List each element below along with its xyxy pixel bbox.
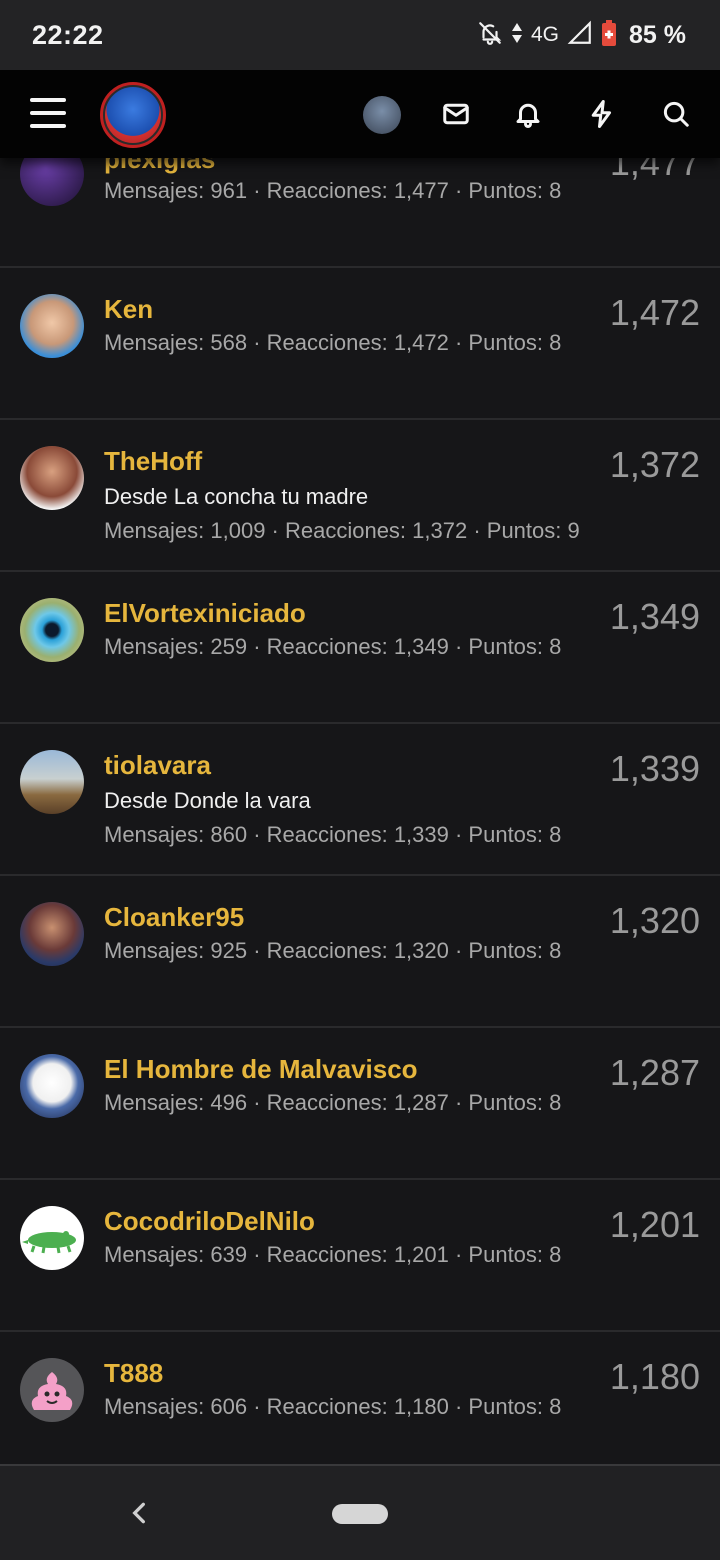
mail-icon[interactable] [440, 98, 472, 130]
list-item[interactable]: T888 Mensajes: 606 · Reacciones: 1,180 ·… [0, 1332, 720, 1484]
bell-icon[interactable] [512, 98, 544, 130]
reaction-score: 1,201 [609, 1204, 700, 1245]
member-stats: Mensajes: 496 · Reacciones: 1,287 · Punt… [104, 1090, 562, 1115]
home-pill[interactable] [332, 1504, 388, 1524]
list-item[interactable]: Cloanker95 Mensajes: 925 · Reacciones: 1… [0, 876, 720, 1028]
member-stats: Mensajes: 639 · Reacciones: 1,201 · Punt… [104, 1242, 562, 1267]
search-icon[interactable] [660, 98, 692, 130]
reaction-score: 1,339 [609, 748, 700, 789]
member-stats: Mensajes: 568 · Reacciones: 1,472 · Punt… [104, 330, 562, 355]
data-arrows-icon [511, 21, 523, 50]
username[interactable]: El Hombre de Malvavisco [104, 1054, 418, 1085]
list-item[interactable]: tiolavara Desde Donde la vara Mensajes: … [0, 724, 720, 876]
avatar[interactable] [20, 750, 84, 814]
status-bar: 22:22 4G 85 % [0, 0, 720, 70]
network-type: 4G [531, 23, 560, 46]
bolt-icon[interactable] [586, 98, 618, 130]
reaction-score: 1,180 [609, 1356, 700, 1397]
signal-icon [567, 20, 593, 51]
reaction-score: 1,349 [609, 596, 700, 637]
username[interactable]: CocodriloDelNilo [104, 1206, 315, 1237]
list-item[interactable]: El Hombre de Malvavisco Mensajes: 496 · … [0, 1028, 720, 1180]
avatar[interactable] [20, 1054, 84, 1118]
avatar[interactable] [20, 598, 84, 662]
username[interactable]: ElVortexiniciado [104, 598, 306, 629]
member-stats: Mensajes: 259 · Reacciones: 1,349 · Punt… [104, 634, 562, 659]
system-nav-bar [0, 1464, 720, 1560]
back-icon[interactable] [126, 1500, 152, 1526]
user-avatar[interactable] [363, 96, 401, 134]
menu-icon[interactable] [30, 98, 66, 128]
avatar[interactable] [20, 902, 84, 966]
list-item[interactable]: TheHoff Desde La concha tu madre Mensaje… [0, 420, 720, 572]
list-item[interactable]: ElVortexiniciado Mensajes: 259 · Reaccio… [0, 572, 720, 724]
forum-logo[interactable] [100, 82, 166, 148]
avatar[interactable] [20, 446, 84, 510]
status-icons: 4G 85 % [477, 19, 686, 52]
status-time: 22:22 [32, 19, 104, 50]
reaction-score: 1,320 [609, 900, 700, 941]
list-item[interactable]: Ken Mensajes: 568 · Reacciones: 1,472 · … [0, 268, 720, 420]
username[interactable]: TheHoff [104, 446, 202, 477]
reaction-score: 1,472 [609, 292, 700, 333]
battery-percent: 85 % [629, 20, 686, 49]
member-stats: Mensajes: 925 · Reacciones: 1,320 · Punt… [104, 938, 562, 963]
username[interactable]: Cloanker95 [104, 902, 244, 933]
bell-off-icon [477, 20, 503, 51]
reaction-score: 1,287 [609, 1052, 700, 1093]
battery-icon [601, 19, 617, 52]
username[interactable]: tiolavara [104, 750, 211, 781]
member-stats: Mensajes: 1,009 · Reacciones: 1,372 · Pu… [104, 518, 580, 543]
member-stats: Mensajes: 961 · Reacciones: 1,477 · Punt… [104, 178, 562, 203]
username[interactable]: Ken [104, 294, 153, 325]
avatar[interactable] [20, 1206, 84, 1270]
member-location: Desde Donde la vara [104, 788, 311, 813]
member-stats: Mensajes: 606 · Reacciones: 1,180 · Punt… [104, 1394, 562, 1419]
reaction-score: 1,372 [609, 444, 700, 485]
list-item[interactable]: CocodriloDelNilo Mensajes: 639 · Reaccio… [0, 1180, 720, 1332]
app-header [0, 70, 720, 158]
avatar[interactable] [20, 294, 84, 358]
avatar[interactable] [20, 1358, 84, 1422]
member-list: plexiglas Mensajes: 961 · Reacciones: 1,… [0, 114, 720, 1484]
username[interactable]: T888 [104, 1358, 163, 1389]
member-stats: Mensajes: 860 · Reacciones: 1,339 · Punt… [104, 822, 562, 847]
member-location: Desde La concha tu madre [104, 484, 369, 509]
